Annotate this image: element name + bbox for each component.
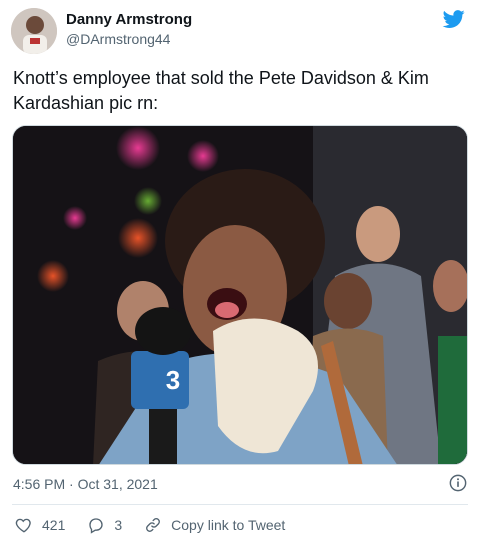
link-icon (146, 518, 161, 532)
reply-button[interactable]: 3 (87, 516, 122, 534)
info-icon[interactable] (449, 474, 467, 492)
twitter-bird-icon[interactable] (442, 8, 466, 30)
avatar[interactable] (11, 8, 57, 54)
author-name[interactable]: Danny Armstrong (66, 11, 192, 28)
tweet-media-gif[interactable]: 3 (12, 125, 468, 465)
mic-flag-label: 3 (166, 365, 180, 395)
copy-link-button[interactable]: Copy link to Tweet (144, 516, 285, 534)
like-count: 421 (42, 517, 66, 533)
tweet-card: Danny Armstrong @DArmstrong44 Knott’s em… (0, 0, 480, 544)
heart-icon (15, 518, 31, 533)
divider (12, 504, 468, 505)
copy-link-label: Copy link to Tweet (171, 517, 286, 533)
reply-bubble-icon (89, 518, 104, 534)
tweet-actions: 421 3 Copy link to Tweet (15, 514, 307, 536)
author-handle[interactable]: @DArmstrong44 (66, 31, 170, 47)
reply-count: 3 (114, 517, 123, 533)
tweet-text: Knott’s employee that sold the Pete Davi… (13, 68, 429, 113)
like-button[interactable]: 421 (15, 516, 65, 534)
tweet-timestamp[interactable]: 4:56 PM · Oct 31, 2021 (13, 476, 158, 492)
